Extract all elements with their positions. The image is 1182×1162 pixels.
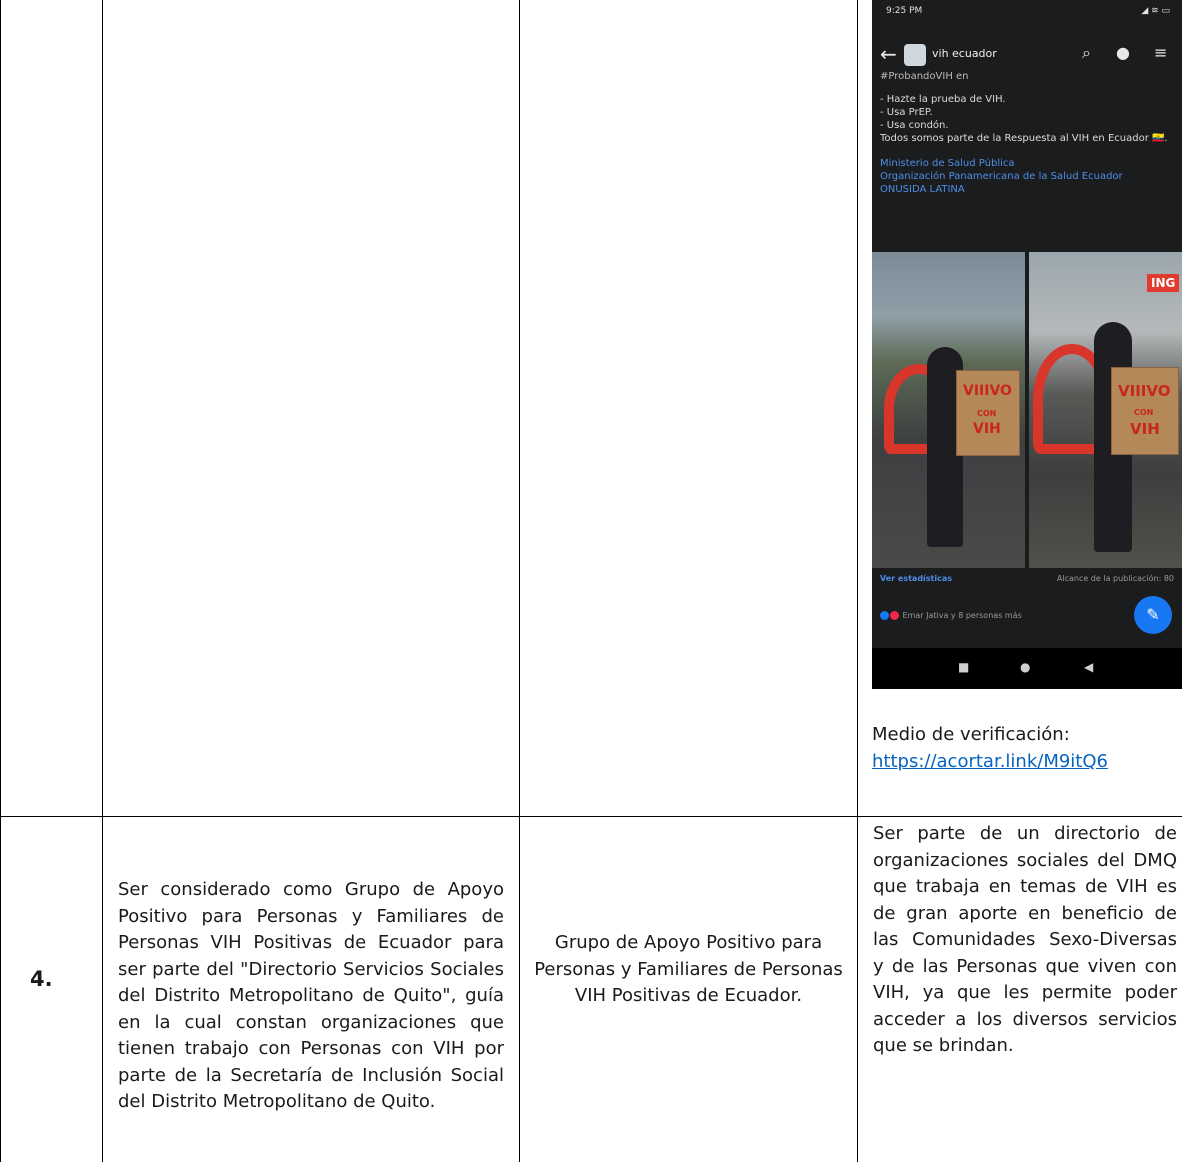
table-divider-1 — [102, 0, 103, 1162]
menu-icon: ≡ — [1154, 43, 1168, 62]
table-divider-2 — [519, 0, 520, 1162]
post-partial: #ProbandoVIH en — [880, 71, 969, 82]
activity-text: Ser considerado como Grupo de Apoyo Posi… — [118, 879, 504, 1112]
post-line: - Usa PrEP. — [880, 107, 933, 118]
notification-icon: ● — [1116, 43, 1130, 62]
search-icon: ⌕ — [1082, 43, 1091, 62]
android-nav-bar: ■ ● ◀ — [872, 648, 1182, 689]
photo-right: ING VIIIVO CON VIH — [1029, 252, 1182, 568]
app-bar: ← vih ecuador ⌕ ● ≡ — [872, 36, 1182, 70]
reactions-row: Emar Jativa y 8 personas más — [880, 611, 1022, 620]
avatar — [904, 44, 926, 66]
post-reach: Alcance de la publicación: 80 — [1056, 574, 1174, 583]
status-time: 9:25 PM — [886, 6, 923, 16]
table-divider-3 — [857, 0, 858, 1162]
post-line: Todos somos parte de la Respuesta al VIH… — [880, 133, 1168, 144]
status-icons: ◢ ≋ ▭ — [1141, 6, 1170, 16]
post-photo: VIIIVO CON VIH ING VIIIVO CON VIH — [872, 252, 1182, 568]
verification-label: Medio de verificación: — [872, 724, 1070, 745]
recents-icon[interactable]: ■ — [958, 660, 969, 674]
page-name: vih ecuador — [932, 47, 997, 60]
facebook-post-screenshot: 9:25 PM ◢ ≋ ▭ ← vih ecuador ⌕ ● ≡ #Proba… — [872, 0, 1182, 689]
photo-left: VIIIVO CON VIH — [872, 252, 1025, 568]
protest-sign: VIIIVO CON VIH — [956, 370, 1020, 456]
post-line: - Hazte la prueba de VIH. — [880, 94, 1006, 105]
compose-button[interactable]: ✎ — [1134, 596, 1172, 634]
back-arrow-icon: ← — [880, 42, 897, 66]
store-sign: ING — [1147, 274, 1180, 292]
love-icon — [890, 611, 899, 620]
row-divider — [0, 816, 1182, 817]
post-tag: Organización Panamericana de la Salud Ec… — [880, 171, 1123, 182]
reactions-text: Emar Jativa y 8 personas más — [902, 611, 1022, 620]
stats-link[interactable]: Ver estadísticas — [880, 574, 952, 583]
post-line: - Usa condón. — [880, 120, 949, 131]
protest-sign: VIIIVO CON VIH — [1111, 367, 1179, 455]
post-tag: Ministerio de Salud Pública — [880, 158, 1015, 169]
like-icon — [880, 611, 889, 620]
stats-row: Ver estadísticas Alcance de la publicaci… — [880, 574, 1174, 583]
table-border-left — [0, 0, 1, 1162]
back-nav-icon[interactable]: ◀ — [1084, 660, 1093, 674]
post-tag: ONUSIDA LATINA — [880, 184, 965, 195]
row-number: 4. — [30, 967, 53, 991]
organization-text: Grupo de Apoyo Positivo para Personas y … — [534, 932, 843, 1006]
post-text: #ProbandoVIH en - Hazte la prueba de VIH… — [880, 70, 1174, 196]
home-icon[interactable]: ● — [1020, 660, 1030, 674]
verification-link[interactable]: https://acortar.link/M9itQ6 — [872, 749, 1172, 776]
result-text: Ser parte de un directorio de organizaci… — [873, 823, 1177, 1056]
